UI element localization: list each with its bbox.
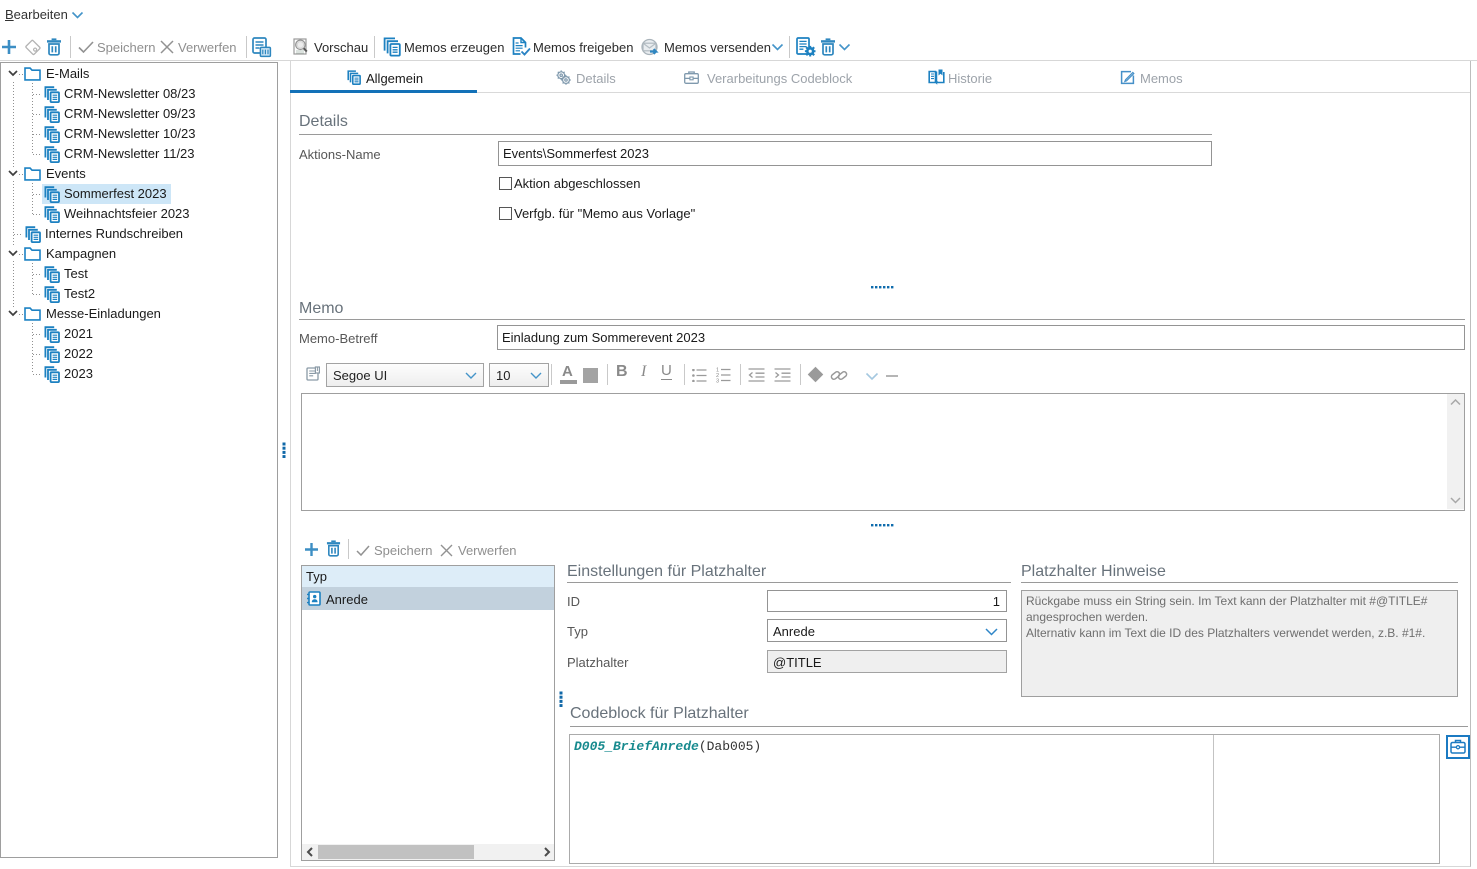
svg-text:3: 3 <box>716 379 719 383</box>
